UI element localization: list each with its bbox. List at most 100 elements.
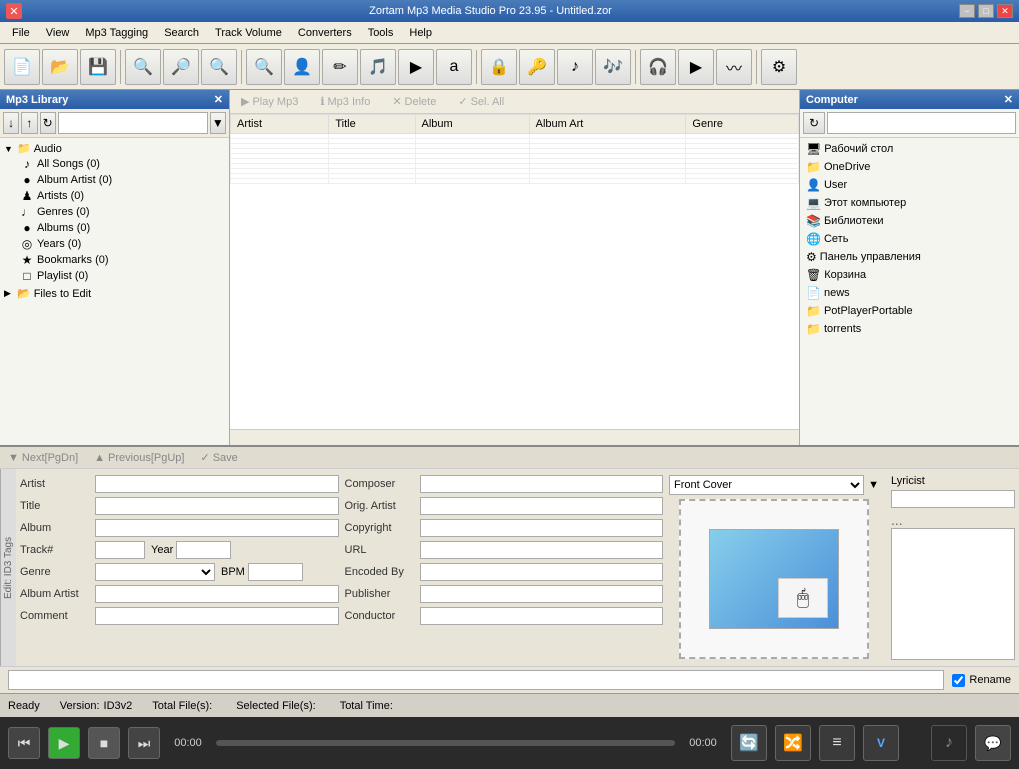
lyricist-textarea[interactable] [891, 528, 1015, 660]
next-button[interactable]: ▼ Next[PgDn] [8, 452, 78, 464]
comp-item-desktop[interactable]: 🖥 Рабочий стол [802, 140, 1017, 158]
encoded-by-input[interactable] [420, 563, 664, 581]
album-input[interactable] [95, 519, 339, 537]
lock-button[interactable]: 🔒 [481, 49, 517, 85]
music2-button[interactable]: ♪ [557, 49, 593, 85]
lyricist-more-button[interactable]: ... [891, 512, 1015, 528]
library-search-input[interactable] [58, 112, 208, 134]
search-icon[interactable]: 🔍 [125, 49, 161, 85]
wave-button[interactable]: 〰 [716, 49, 752, 85]
comment-input[interactable] [95, 607, 339, 625]
delete-button[interactable]: ✕ Delete [384, 93, 444, 110]
bpm-input[interactable] [248, 563, 303, 581]
tag-search-button[interactable]: 🔍 [246, 49, 282, 85]
comp-item-potplayer[interactable]: 📁 PotPlayerPortable [802, 302, 1017, 320]
lib-up-button[interactable]: ↑ [21, 112, 37, 134]
files-to-edit-item[interactable]: ▶ 📂 Files to Edit [2, 286, 227, 301]
save-toolbar-button[interactable]: 💾 [80, 49, 116, 85]
headphone-button[interactable]: 🎧 [640, 49, 676, 85]
open-button[interactable]: 📂 [42, 49, 78, 85]
cover-type-select[interactable]: Front Cover [669, 475, 864, 495]
person-button[interactable]: 👤 [284, 49, 320, 85]
comp-item-network[interactable]: 🌐 Сеть [802, 230, 1017, 248]
comp-item-libraries[interactable]: 📚 Библиотеки [802, 212, 1017, 230]
music-button[interactable]: 🎵 [360, 49, 396, 85]
youtube-button[interactable]: ▶ [398, 49, 434, 85]
tree-item-allsongs[interactable]: ♪ All Songs (0) [18, 156, 227, 172]
comp-item-news[interactable]: 📄 news [802, 284, 1017, 302]
tree-item-genres[interactable]: ♩ Genres (0) [18, 204, 227, 220]
menu-help[interactable]: Help [401, 25, 440, 41]
window-controls[interactable]: − □ ✕ [959, 4, 1013, 18]
comp-item-torrents[interactable]: 📁 torrents [802, 320, 1017, 338]
orig-artist-input[interactable] [420, 497, 664, 515]
shuffle-button[interactable]: 🔀 [775, 725, 811, 761]
tree-item-years[interactable]: ◎ Years (0) [18, 236, 227, 252]
rewind-button[interactable]: ⏮ [8, 727, 40, 759]
menu-view[interactable]: View [38, 25, 78, 41]
comp-item-onedrive[interactable]: 📁 OneDrive [802, 158, 1017, 176]
table-row[interactable] [231, 179, 799, 184]
music-note-button[interactable]: ♪ [931, 725, 967, 761]
maximize-button[interactable]: □ [978, 4, 994, 18]
year-input[interactable] [176, 541, 231, 559]
title-input[interactable] [95, 497, 339, 515]
volume-button[interactable]: V [863, 725, 899, 761]
key-button[interactable]: 🔑 [519, 49, 555, 85]
menu-converters[interactable]: Converters [290, 25, 360, 41]
genre-select[interactable] [95, 563, 215, 581]
lyricist-input[interactable] [891, 490, 1015, 508]
lib-dropdown-button[interactable]: ▼ [210, 112, 226, 134]
playlist-button[interactable]: ≡ [819, 725, 855, 761]
new-button[interactable]: 📄 [4, 49, 40, 85]
comp-item-user[interactable]: 👤 User [802, 176, 1017, 194]
url-input[interactable] [420, 541, 664, 559]
rename-input[interactable] [8, 670, 944, 690]
publisher-input[interactable] [420, 585, 664, 603]
amazon-button[interactable]: a [436, 49, 472, 85]
tree-item-playlist[interactable]: □ Playlist (0) [18, 268, 227, 284]
cover-art-area[interactable]: 🖱 [679, 499, 869, 659]
stop-button[interactable]: ■ [88, 727, 120, 759]
lib-refresh-button[interactable]: ↻ [40, 112, 56, 134]
chat-button[interactable]: 💬 [975, 725, 1011, 761]
comp-item-controlpanel[interactable]: ⚙ Панель управления [802, 248, 1017, 266]
computer-close-button[interactable]: ✕ [1004, 93, 1013, 106]
menu-search[interactable]: Search [156, 25, 207, 41]
zoom-out-button[interactable]: 🔍 [201, 49, 237, 85]
progress-bar[interactable] [216, 740, 675, 746]
play-mp3-button[interactable]: ▶ Play Mp3 [233, 93, 306, 110]
save-tag-button[interactable]: ✓ Save [200, 451, 237, 464]
repeat-button[interactable]: 🔄 [731, 725, 767, 761]
mp3-info-button[interactable]: ℹ Mp3 Info [312, 93, 378, 110]
youtube2-button[interactable]: ▶ [678, 49, 714, 85]
comp-item-thispc[interactable]: 💻 Этот компьютер [802, 194, 1017, 212]
composer-input[interactable] [420, 475, 664, 493]
lib-add-button[interactable]: ↓ [3, 112, 19, 134]
track-scrollbar[interactable] [230, 429, 799, 445]
sel-all-button[interactable]: ✓ Sel. All [450, 93, 512, 110]
comp-item-recycle[interactable]: 🗑 Корзина [802, 266, 1017, 284]
play-button[interactable]: ▶ [48, 727, 80, 759]
zoom-in-button[interactable]: 🔎 [163, 49, 199, 85]
menu-tools[interactable]: Tools [360, 25, 402, 41]
tree-item-artists[interactable]: ♟ Artists (0) [18, 188, 227, 204]
comp-refresh-button[interactable]: ↻ [803, 112, 825, 134]
cover-expand-icon[interactable]: ▼ [868, 479, 879, 491]
tree-item-bookmarks[interactable]: ★ Bookmarks (0) [18, 252, 227, 268]
copyright-input[interactable] [420, 519, 664, 537]
prev-button[interactable]: ▲ Previous[PgUp] [94, 452, 184, 464]
audio-parent[interactable]: ▼ 📁 Audio [2, 141, 227, 156]
menu-mp3tagging[interactable]: Mp3 Tagging [77, 25, 156, 41]
edit-button[interactable]: ✏ [322, 49, 358, 85]
settings-button[interactable]: ⚙ [761, 49, 797, 85]
forward-button[interactable]: ⏭ [128, 727, 160, 759]
menu-track-volume[interactable]: Track Volume [207, 25, 290, 41]
minimize-button[interactable]: − [959, 4, 975, 18]
rename-label[interactable]: Rename [952, 674, 1011, 687]
tree-item-albums[interactable]: ● Albums (0) [18, 220, 227, 236]
conductor-input[interactable] [420, 607, 664, 625]
rename-checkbox[interactable] [952, 674, 965, 687]
music3-button[interactable]: 🎶 [595, 49, 631, 85]
close-button[interactable]: ✕ [997, 4, 1013, 18]
